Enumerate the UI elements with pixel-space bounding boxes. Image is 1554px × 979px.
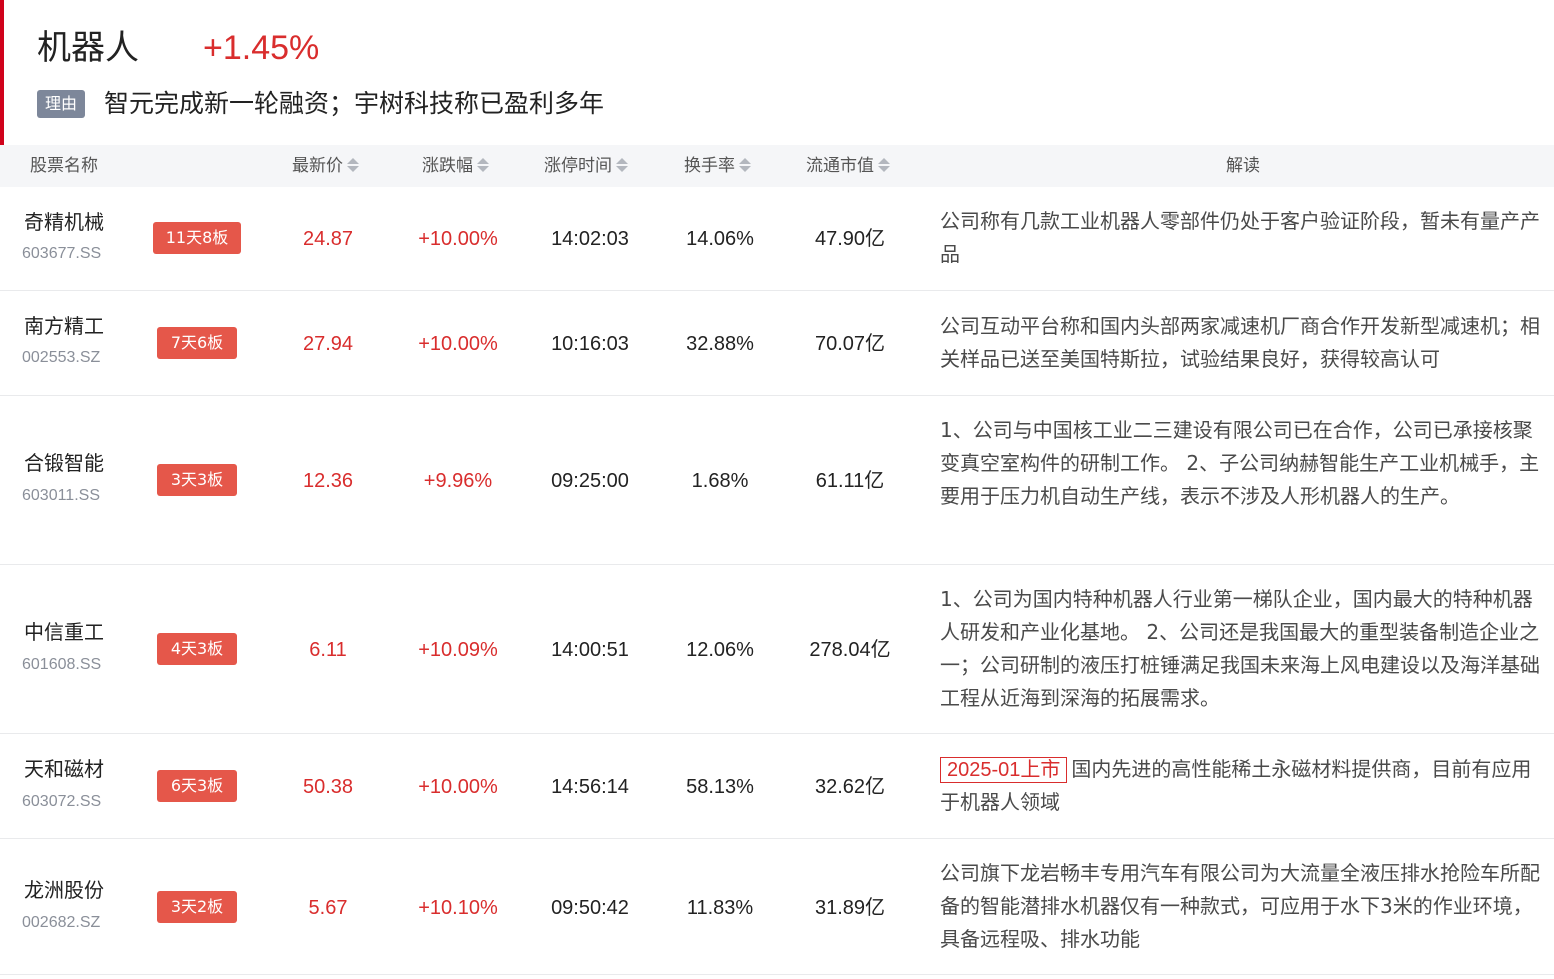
latest-price: 6.11 (309, 639, 347, 661)
limit-up-time: 09:50:42 (551, 897, 629, 919)
table-row[interactable]: 南方精工 002553.SZ 7天6板 27.94 +10.00% 10:16:… (0, 291, 1554, 396)
market-cap: 278.04亿 (809, 639, 891, 661)
sort-icon[interactable] (739, 156, 751, 174)
turnover-rate: 32.88% (686, 333, 754, 355)
interpretation-text: 公司称有几款工业机器人零部件仍处于客户验证阶段，暂未有量产产品 (940, 205, 1546, 275)
table-row[interactable]: 天和磁材 603072.SS 6天3板 50.38 +10.00% 14:56:… (0, 734, 1554, 839)
market-cap: 70.07亿 (814, 333, 886, 355)
limit-up-badge: 11天8板 (153, 222, 241, 254)
sort-icon[interactable] (347, 156, 359, 174)
reason-tag: 理由 (37, 90, 85, 118)
column-label: 股票名称 (30, 156, 98, 176)
limit-up-time: 09:25:00 (551, 470, 629, 492)
change-percent: +10.00% (418, 333, 498, 355)
column-label: 解读 (1226, 156, 1260, 176)
interpretation-text: 公司互动平台称和国内头部两家减速机厂商合作开发新型减速机；相关样品已送至美国特斯… (940, 310, 1546, 380)
sector-name: 机器人 (37, 28, 139, 68)
column-price[interactable]: 最新价 (292, 145, 359, 187)
interpretation-text: 1、公司与中国核工业二三建设有限公司已在合作，公司已承接核聚变真空室构件的研制工… (940, 414, 1546, 550)
column-change[interactable]: 涨跌幅 (422, 145, 489, 187)
stock-name[interactable]: 奇精机械 (24, 209, 104, 235)
change-percent: +10.10% (418, 897, 498, 919)
change-percent: +9.96% (423, 470, 493, 492)
limit-up-badge: 7天6板 (157, 327, 237, 359)
interpretation-text: 2025-01上市 国内先进的高性能稀土永磁材料提供商，目前有应用于机器人领域 (940, 753, 1546, 823)
interpretation-body: 公司称有几款工业机器人零部件仍处于客户验证阶段，暂未有量产产品 (940, 209, 1540, 266)
latest-price: 27.94 (302, 333, 354, 355)
sector-change: +1.45% (203, 29, 320, 67)
latest-price: 50.38 (302, 776, 354, 798)
limit-up-time: 14:56:14 (551, 776, 629, 798)
market-cap: 47.90亿 (814, 228, 886, 250)
table-row[interactable]: 中信重工 601608.SS 4天3板 6.11 +10.09% 14:00:5… (0, 565, 1554, 734)
interpretation-body: 公司互动平台称和国内头部两家减速机厂商合作开发新型减速机；相关样品已送至美国特斯… (940, 314, 1540, 371)
interpretation-text: 1、公司为国内特种机器人行业第一梯队企业，国内最大的特种机器人研发和产业化基地。… (940, 583, 1546, 719)
stock-code: 601608.SS (22, 656, 102, 673)
interpretation-body: 1、公司为国内特种机器人行业第一梯队企业，国内最大的特种机器人研发和产业化基地。… (940, 587, 1540, 710)
change-percent: +10.00% (418, 776, 498, 798)
stock-name[interactable]: 中信重工 (24, 619, 104, 645)
change-percent: +10.00% (418, 228, 498, 250)
column-market-cap[interactable]: 流通市值 (806, 145, 890, 187)
stock-code: 603011.SS (22, 487, 100, 504)
market-cap: 61.11亿 (815, 470, 885, 492)
turnover-rate: 12.06% (686, 639, 754, 661)
sector-header: 机器人 +1.45% 理由 智元完成新一轮融资；宇树科技称已盈利多年 (0, 0, 1554, 145)
table-row[interactable]: 龙洲股份 002682.SZ 3天2板 5.67 +10.10% 09:50:4… (0, 839, 1554, 975)
sort-icon[interactable] (477, 156, 489, 174)
stock-code: 603677.SS (22, 245, 102, 262)
turnover-rate: 1.68% (691, 470, 749, 492)
column-label: 流通市值 (806, 156, 874, 176)
column-label: 最新价 (292, 156, 343, 176)
change-percent: +10.09% (418, 639, 498, 661)
column-interpretation: 解读 (1226, 145, 1260, 187)
column-label: 换手率 (684, 156, 735, 176)
column-turnover[interactable]: 换手率 (684, 145, 751, 187)
limit-up-badge: 6天3板 (157, 770, 237, 802)
turnover-rate: 14.06% (686, 228, 754, 250)
sort-icon[interactable] (616, 156, 628, 174)
ipo-date-tag: 2025-01上市 (940, 757, 1068, 783)
sort-icon[interactable] (878, 156, 890, 174)
turnover-rate: 11.83% (686, 897, 754, 919)
latest-price: 5.67 (308, 897, 348, 919)
latest-price: 24.87 (302, 228, 354, 250)
limit-up-time: 10:16:03 (551, 333, 629, 355)
stock-name[interactable]: 合锻智能 (24, 450, 104, 476)
stock-code: 002553.SZ (22, 349, 101, 366)
stock-code: 002682.SZ (22, 914, 101, 931)
interpretation-body: 公司旗下龙岩畅丰专用汽车有限公司为大流量全液压排水抢险车所配备的智能潜排水机器仅… (940, 861, 1540, 951)
interpretation-body: 1、公司与中国核工业二三建设有限公司已在合作，公司已承接核聚变真空室构件的研制工… (940, 418, 1540, 508)
stock-name[interactable]: 南方精工 (24, 313, 104, 339)
market-cap: 31.89亿 (814, 897, 886, 919)
accent-bar (0, 0, 4, 145)
limit-up-badge: 4天3板 (157, 633, 237, 665)
limit-up-time: 14:00:51 (551, 639, 629, 661)
reason-text: 智元完成新一轮融资；宇树科技称已盈利多年 (104, 89, 605, 118)
stock-name[interactable]: 天和磁材 (24, 756, 104, 782)
interpretation-text: 公司旗下龙岩畅丰专用汽车有限公司为大流量全液压排水抢险车所配备的智能潜排水机器仅… (940, 857, 1546, 961)
turnover-rate: 58.13% (686, 776, 754, 798)
column-stock-name: 股票名称 (30, 145, 98, 187)
stock-name[interactable]: 龙洲股份 (24, 877, 104, 903)
column-limit-time[interactable]: 涨停时间 (544, 145, 628, 187)
limit-up-time: 14:02:03 (551, 228, 629, 250)
market-cap: 32.62亿 (814, 776, 886, 798)
column-label: 涨停时间 (544, 156, 612, 176)
table-row[interactable]: 合锻智能 603011.SS 3天3板 12.36 +9.96% 09:25:0… (0, 396, 1554, 565)
stock-code: 603072.SS (22, 793, 102, 810)
latest-price: 12.36 (302, 470, 354, 492)
table-row[interactable]: 奇精机械 603677.SS 11天8板 24.87 +10.00% 14:02… (0, 187, 1554, 291)
limit-up-badge: 3天3板 (157, 464, 237, 496)
column-label: 涨跌幅 (422, 156, 473, 176)
limit-up-badge: 3天2板 (157, 891, 237, 923)
table-header: 股票名称 最新价 涨跌幅 涨停时间 换手率 流通市值 解读 (0, 145, 1554, 187)
